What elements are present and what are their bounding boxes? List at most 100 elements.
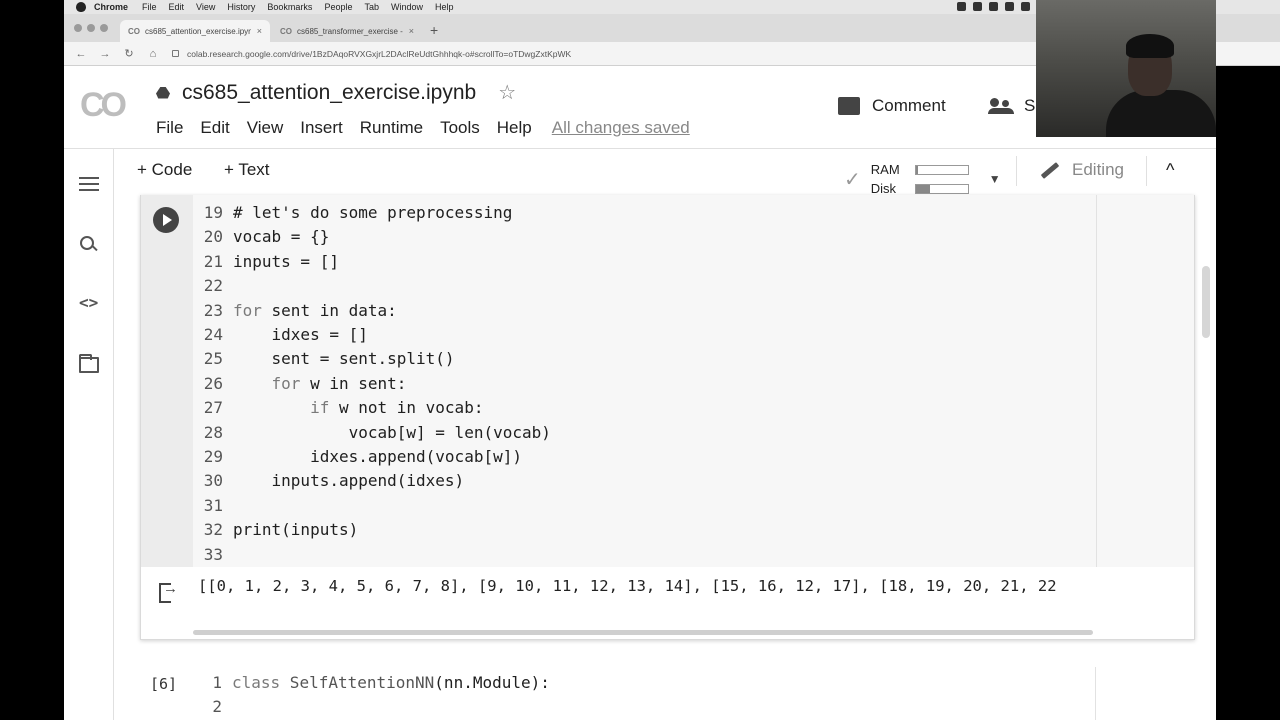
code-line: vocab = {} <box>233 227 330 247</box>
output-actions-icon[interactable] <box>159 580 178 603</box>
mac-menu-bookmarks[interactable]: Bookmarks <box>267 2 312 12</box>
menu-runtime[interactable]: Runtime <box>360 118 423 138</box>
code-text: w in sent: <box>300 373 407 393</box>
share-label: S <box>1024 96 1036 115</box>
minimize-window-button[interactable] <box>87 24 95 32</box>
search-icon[interactable] <box>79 235 99 255</box>
add-text-button[interactable]: + Text <box>224 160 270 180</box>
menu-tools[interactable]: Tools <box>440 118 480 138</box>
code-line: class SelfAttentionNN(nn.Module): <box>232 671 550 695</box>
tray-icon[interactable] <box>957 2 966 11</box>
code-editor[interactable]: 19 20 21 22 23 24 25 26 27 28 29 30 31 32 33 # let's d… <box>193 195 1194 567</box>
webcam-overlay <box>1036 0 1216 137</box>
home-icon[interactable]: ⌂ <box>146 48 160 60</box>
share-button[interactable]: S <box>988 96 1035 116</box>
menu-edit[interactable]: Edit <box>200 118 229 138</box>
zoom-window-button[interactable] <box>100 24 108 32</box>
code-source[interactable]: # let's do some preprocessing vocab = {} i… <box>233 201 551 567</box>
google-drive-icon[interactable] <box>156 86 170 99</box>
colab-favicon-icon: CO <box>128 26 140 36</box>
cell-output: [[0, 1, 2, 3, 4, 5, 6, 7, 8], [9, 10, 11… <box>141 567 1194 639</box>
notebook-area: 19 20 21 22 23 24 25 26 27 28 29 30 31 32 33 # let's d… <box>114 195 1216 720</box>
line-length-ruler <box>1096 195 1097 567</box>
keyword: for <box>233 300 262 320</box>
execution-count: [6] <box>150 675 178 693</box>
comment-button[interactable]: Comment <box>838 96 946 116</box>
run-cell-button[interactable] <box>153 207 179 233</box>
keyword: for <box>271 373 301 393</box>
notebook-title[interactable]: cs685_attention_exercise.ipynb <box>182 81 476 105</box>
code-line-empty: ​ <box>233 543 551 567</box>
line-numbers: 19 20 21 22 23 24 25 26 27 28 29 30 31 32 33 <box>193 201 223 567</box>
browser-tab-active[interactable]: CO cs685_attention_exercise.ipyn × <box>120 20 270 42</box>
editing-mode-button[interactable]: Editing <box>1040 160 1124 180</box>
line-number: 1 <box>212 673 222 692</box>
reload-icon[interactable]: ↻ <box>122 47 136 60</box>
runtime-status[interactable]: ✓ RAM Disk ▼ <box>844 160 1001 198</box>
mac-menu-help[interactable]: Help <box>435 2 454 12</box>
lock-icon <box>172 50 179 57</box>
editing-label: Editing <box>1072 160 1124 179</box>
people-icon <box>988 98 1014 114</box>
add-code-button[interactable]: + Code <box>137 160 192 180</box>
new-tab-button[interactable]: + <box>430 22 438 38</box>
forward-arrow-icon[interactable]: → <box>98 48 112 60</box>
line-number: 29 <box>203 447 223 467</box>
apple-icon[interactable] <box>76 2 86 12</box>
browser-tab[interactable]: CO cs685_transformer_exercise - × <box>272 20 422 42</box>
code-cell[interactable]: [6] 1 2 class SelfAttentionNN(nn.Module):… <box>140 667 1195 720</box>
mac-menu-file[interactable]: File <box>142 2 157 12</box>
wifi-icon[interactable] <box>1021 2 1030 11</box>
mac-menu-people[interactable]: People <box>324 2 352 12</box>
code-line: idxes.append(vocab[w]) <box>233 447 522 467</box>
connected-check-icon: ✓ <box>844 168 861 191</box>
star-icon[interactable]: ☆ <box>498 80 516 105</box>
close-tab-icon[interactable]: × <box>409 26 414 36</box>
close-window-button[interactable] <box>74 24 82 32</box>
colab-logo[interactable]: CO <box>80 86 127 125</box>
menu-file[interactable]: File <box>156 118 183 138</box>
code-line: for sent in data: <box>233 299 551 323</box>
tray-icon[interactable] <box>973 2 982 11</box>
mac-menu-view[interactable]: View <box>196 2 215 12</box>
mac-menu-history[interactable]: History <box>227 2 255 12</box>
back-arrow-icon[interactable]: ← <box>74 48 88 60</box>
mac-menu-edit[interactable]: Edit <box>169 2 185 12</box>
table-of-contents-icon[interactable] <box>79 177 99 193</box>
line-number: 25 <box>203 349 223 369</box>
close-tab-icon[interactable]: × <box>257 26 262 36</box>
runtime-dropdown-icon[interactable]: ▼ <box>989 172 1001 186</box>
menu-help[interactable]: Help <box>497 118 532 138</box>
code-line-empty: ​ <box>232 695 550 719</box>
code-source[interactable]: class SelfAttentionNN(nn.Module):​ <box>232 671 550 720</box>
collapse-header-chevron-up-icon[interactable]: ^ <box>1166 160 1174 181</box>
code-line: sent = sent.split() <box>233 349 455 369</box>
line-number: 31 <box>203 495 223 515</box>
menu-view[interactable]: View <box>247 118 284 138</box>
folder-icon[interactable] <box>79 354 99 373</box>
output-horizontal-scrollbar[interactable] <box>193 630 1093 635</box>
comment-icon <box>838 97 860 115</box>
code-line-empty: ​ <box>233 274 551 298</box>
ram-meter-fill <box>915 165 918 174</box>
menu-insert[interactable]: Insert <box>300 118 343 138</box>
notebook-vertical-scrollbar[interactable] <box>1202 266 1210 338</box>
ram-label: RAM <box>870 162 900 177</box>
tray-icon[interactable] <box>1005 2 1014 11</box>
code-text: (nn.Module): <box>434 673 550 692</box>
tray-icon[interactable] <box>989 2 998 11</box>
line-number: 2 <box>212 697 222 717</box>
app-menu-chrome[interactable]: Chrome <box>94 2 128 12</box>
line-number: 30 <box>203 471 223 491</box>
address-bar[interactable]: colab.research.google.com/drive/1BzDAqoR… <box>166 45 1066 63</box>
colab-menu-bar: File Edit View Insert Runtime Tools Help… <box>156 118 690 138</box>
line-number: 20 <box>203 227 223 247</box>
comment-label: Comment <box>872 96 946 115</box>
code-line: inputs.append(idxes) <box>233 471 465 491</box>
presenter-hair <box>1126 34 1174 58</box>
mac-menu-window[interactable]: Window <box>391 2 423 12</box>
save-status[interactable]: All changes saved <box>552 118 690 138</box>
code-cell-focused[interactable]: 19 20 21 22 23 24 25 26 27 28 29 30 31 32 33 # let's d… <box>140 195 1195 640</box>
mac-menu-tab[interactable]: Tab <box>364 2 379 12</box>
code-snippets-icon[interactable]: <> <box>79 293 98 312</box>
